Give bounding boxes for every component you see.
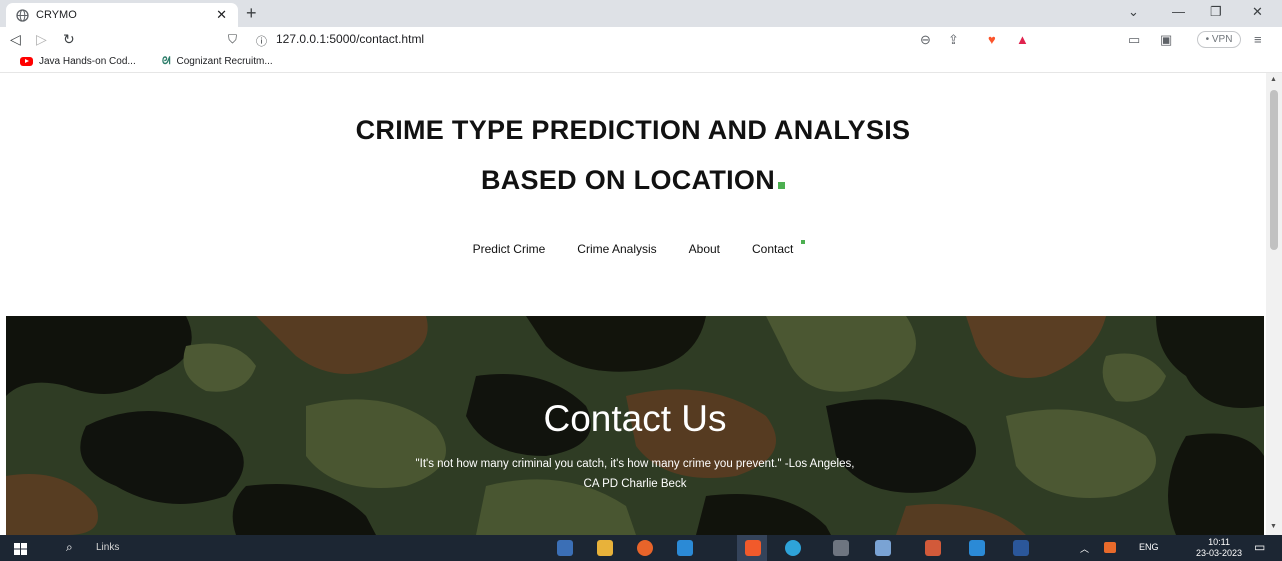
forward-icon[interactable]: ▷ bbox=[36, 31, 47, 48]
nav-crime-analysis[interactable]: Crime Analysis bbox=[577, 242, 656, 256]
zoom-icon[interactable]: ⊖ bbox=[920, 32, 931, 48]
bookmark-cognizant[interactable]: ᘛ Cognizant Recruitm... bbox=[162, 56, 273, 67]
site-info-icon[interactable]: ⓘ bbox=[256, 33, 267, 49]
brave-rewards-icon[interactable]: ▲ bbox=[1016, 32, 1029, 47]
globe-icon bbox=[16, 8, 29, 22]
bookmark-icon[interactable]: ⛉ bbox=[228, 32, 237, 47]
tray-chevron-icon[interactable]: ︿ bbox=[1080, 542, 1089, 555]
notepad-icon[interactable] bbox=[875, 540, 891, 556]
windows-taskbar: ⌕ Links ︿ ENG 10:11 23-03-2023 ▭ bbox=[0, 535, 1282, 561]
share-icon[interactable]: ⇪ bbox=[948, 32, 959, 48]
main-nav: Predict Crime Crime Analysis About Conta… bbox=[0, 242, 1266, 256]
window-close-icon[interactable]: ✕ bbox=[1252, 4, 1263, 20]
terminal-icon[interactable] bbox=[833, 540, 849, 556]
close-tab-icon[interactable]: ✕ bbox=[216, 7, 227, 23]
site-title-line2: BASED ON LOCATION bbox=[0, 165, 1266, 196]
back-icon[interactable]: ◁ bbox=[10, 31, 21, 48]
app-icon[interactable] bbox=[925, 540, 941, 556]
tab-search-icon[interactable]: ⌄ bbox=[1128, 4, 1139, 20]
nav-predict-crime[interactable]: Predict Crime bbox=[473, 242, 546, 256]
clock-time: 10:11 bbox=[1208, 537, 1230, 547]
taskbar-clock[interactable]: 10:11 23-03-2023 bbox=[1196, 537, 1242, 559]
quote-line-2: CA PD Charlie Beck bbox=[583, 478, 687, 490]
minimize-icon[interactable]: — bbox=[1172, 4, 1185, 19]
scroll-down-icon[interactable]: ▼ bbox=[1270, 523, 1277, 530]
nav-about[interactable]: About bbox=[689, 242, 720, 256]
hero-quote: "It's not how many criminal you catch, i… bbox=[335, 454, 935, 494]
nav-active-dot bbox=[801, 240, 805, 244]
notifications-icon[interactable]: ▭ bbox=[1254, 540, 1265, 554]
vscode-insiders-icon[interactable] bbox=[969, 540, 985, 556]
windows-start-icon[interactable] bbox=[14, 542, 27, 560]
address-bar[interactable]: 127.0.0.1:5000/contact.html bbox=[276, 32, 424, 46]
contact-heading: Contact Us bbox=[543, 398, 727, 439]
bookmark-label: Java Hands-on Cod... bbox=[39, 56, 136, 67]
browser-toolbar: ◁ ▷ ↻ ⛉ ⓘ 127.0.0.1:5000/contact.html ⊖ … bbox=[0, 27, 1282, 53]
file-explorer-icon[interactable] bbox=[597, 540, 613, 556]
wallet-icon[interactable]: ▣ bbox=[1160, 32, 1172, 48]
language-indicator[interactable]: ENG bbox=[1139, 542, 1159, 552]
vscode-icon[interactable] bbox=[677, 540, 693, 556]
nav-contact[interactable]: Contact bbox=[752, 242, 793, 256]
reload-icon[interactable]: ↻ bbox=[63, 31, 75, 48]
clock-date: 23-03-2023 bbox=[1196, 548, 1243, 558]
tab-title: CRYMO bbox=[36, 9, 77, 21]
site-title-text: BASED ON LOCATION bbox=[480, 165, 776, 195]
sidebar-icon[interactable]: ▭ bbox=[1128, 32, 1140, 48]
youtube-icon bbox=[20, 57, 33, 66]
new-tab-icon[interactable]: + bbox=[246, 3, 257, 23]
brave-icon[interactable] bbox=[745, 540, 761, 556]
scroll-up-icon[interactable]: ▲ bbox=[1270, 76, 1277, 83]
taskbar-search-label[interactable]: Links bbox=[96, 542, 119, 553]
bookmark-label: Cognizant Recruitm... bbox=[176, 56, 273, 67]
bookmarks-bar: Java Hands-on Cod... ᘛ Cognizant Recruit… bbox=[0, 53, 1282, 73]
scroll-thumb[interactable] bbox=[1270, 90, 1278, 250]
store-icon[interactable] bbox=[557, 540, 573, 556]
title-accent-dot bbox=[778, 182, 786, 189]
vpn-button[interactable]: • VPN bbox=[1197, 31, 1241, 48]
search-icon[interactable]: ⌕ bbox=[66, 540, 73, 555]
quote-line-1: "It's not how many criminal you catch, i… bbox=[415, 458, 855, 470]
contact-hero: Contact Us "It's not how many criminal y… bbox=[6, 316, 1264, 535]
brave-shield-icon[interactable]: ♥ bbox=[988, 32, 996, 47]
restore-icon[interactable]: ❐ bbox=[1210, 4, 1222, 20]
site-title-line1: CRIME TYPE PREDICTION AND ANALYSIS bbox=[355, 115, 911, 145]
web-page: CRIME TYPE PREDICTION AND ANALYSIS BASED… bbox=[0, 73, 1266, 535]
browser-tab-strip: CRYMO ✕ + ⌄ — ❐ ✕ bbox=[0, 0, 1282, 27]
cognizant-icon: ᘛ bbox=[162, 56, 171, 67]
firefox-icon[interactable] bbox=[637, 540, 653, 556]
browser-tab[interactable]: CRYMO ✕ bbox=[6, 3, 238, 27]
word-icon[interactable] bbox=[1013, 540, 1029, 556]
bookmark-java[interactable]: Java Hands-on Cod... bbox=[20, 56, 136, 67]
tray-app-icon[interactable] bbox=[1104, 542, 1116, 553]
page-scrollbar[interactable]: ▲ ▼ bbox=[1266, 73, 1282, 535]
edge-icon[interactable] bbox=[785, 540, 801, 556]
menu-icon[interactable]: ≡ bbox=[1254, 32, 1262, 47]
